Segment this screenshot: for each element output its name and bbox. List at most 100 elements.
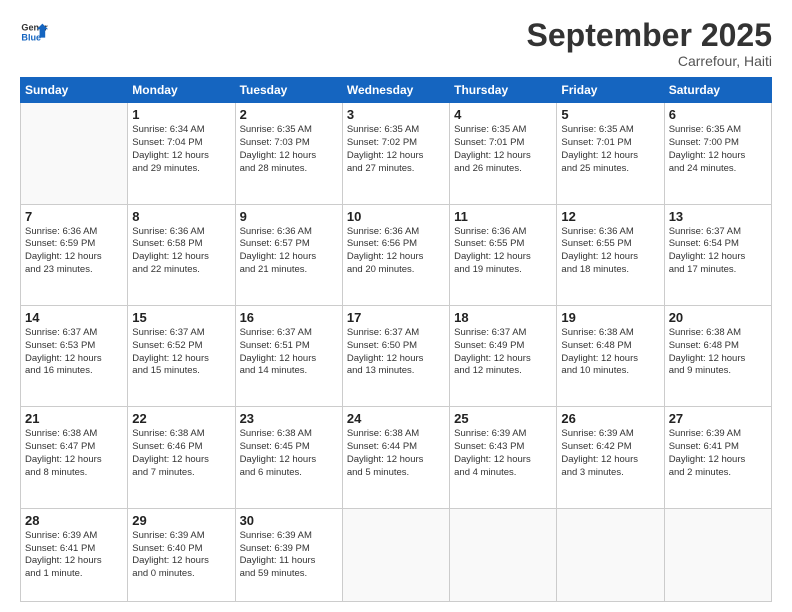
day-info: Sunrise: 6:39 AM Sunset: 6:43 PM Dayligh… xyxy=(454,428,552,479)
table-row: 13 Sunrise: 6:37 AM Sunset: 6:54 PM Dayli… xyxy=(664,204,771,305)
day-number: 21 xyxy=(25,411,123,426)
table-row: 17 Sunrise: 6:37 AM Sunset: 6:50 PM Dayli… xyxy=(342,305,449,406)
day-info: Sunrise: 6:36 AM Sunset: 6:58 PM Dayligh… xyxy=(132,226,230,277)
col-wednesday: Wednesday xyxy=(342,78,449,103)
col-saturday: Saturday xyxy=(664,78,771,103)
title-block: September 2025 Carrefour, Haiti xyxy=(527,18,772,69)
table-row: 15Sunrise: 6:37 AM Sunset: 6:52 PM Dayli… xyxy=(128,305,235,406)
table-row: 25 Sunrise: 6:39 AM Sunset: 6:43 PM Dayli… xyxy=(450,407,557,508)
day-info: Sunrise: 6:36 AM Sunset: 6:57 PM Dayligh… xyxy=(240,226,338,277)
logo: General Blue xyxy=(20,18,48,46)
day-info: Sunrise: 6:36 AM Sunset: 6:55 PM Dayligh… xyxy=(454,226,552,277)
table-row: 26 Sunrise: 6:39 AM Sunset: 6:42 PM Dayli… xyxy=(557,407,664,508)
table-row: 27Sunrise: 6:39 AM Sunset: 6:41 PM Dayli… xyxy=(664,407,771,508)
day-number: 26 xyxy=(561,411,659,426)
day-info: Sunrise: 6:37 AM Sunset: 6:49 PM Dayligh… xyxy=(454,327,552,378)
table-row: 28 Sunrise: 6:39 AM Sunset: 6:41 PM Dayli… xyxy=(21,508,128,601)
calendar-page: General Blue September 2025 Carrefour, H… xyxy=(0,0,792,612)
table-row: 3 Sunrise: 6:35 AM Sunset: 7:02 PM Daylig… xyxy=(342,103,449,204)
day-number: 4 xyxy=(454,107,552,122)
table-row xyxy=(21,103,128,204)
table-row: 7 Sunrise: 6:36 AM Sunset: 6:59 PM Daylig… xyxy=(21,204,128,305)
day-number: 25 xyxy=(454,411,552,426)
day-number: 3 xyxy=(347,107,445,122)
day-number: 6 xyxy=(669,107,767,122)
table-row: 29 Sunrise: 6:39 AM Sunset: 6:40 PM Dayli… xyxy=(128,508,235,601)
day-number: 11 xyxy=(454,209,552,224)
day-info: Sunrise: 6:37 AM Sunset: 6:54 PM Dayligh… xyxy=(669,226,767,277)
day-info: Sunrise: 6:38 AM Sunset: 6:44 PM Dayligh… xyxy=(347,428,445,479)
day-info: Sunrise: 6:37 AM Sunset: 6:50 PM Dayligh… xyxy=(347,327,445,378)
day-number: 29 xyxy=(132,513,230,528)
table-row: 8 Sunrise: 6:36 AM Sunset: 6:58 PM Daylig… xyxy=(128,204,235,305)
table-row: 16 Sunrise: 6:37 AM Sunset: 6:51 PM Dayli… xyxy=(235,305,342,406)
table-row: 19 Sunrise: 6:38 AM Sunset: 6:48 PM Dayli… xyxy=(557,305,664,406)
table-row: 12 Sunrise: 6:36 AM Sunset: 6:55 PM Dayli… xyxy=(557,204,664,305)
table-row xyxy=(664,508,771,601)
day-info: Sunrise: 6:36 AM Sunset: 6:59 PM Dayligh… xyxy=(25,226,123,277)
day-info: Sunrise: 6:38 AM Sunset: 6:48 PM Dayligh… xyxy=(561,327,659,378)
table-row: 18 Sunrise: 6:37 AM Sunset: 6:49 PM Dayli… xyxy=(450,305,557,406)
day-info: Sunrise: 6:34 AM Sunset: 7:04 PM Dayligh… xyxy=(132,124,230,175)
day-number: 20 xyxy=(669,310,767,325)
col-thursday: Thursday xyxy=(450,78,557,103)
day-info: Sunrise: 6:36 AM Sunset: 6:55 PM Dayligh… xyxy=(561,226,659,277)
day-info: Sunrise: 6:38 AM Sunset: 6:46 PM Dayligh… xyxy=(132,428,230,479)
day-info: Sunrise: 6:38 AM Sunset: 6:45 PM Dayligh… xyxy=(240,428,338,479)
day-number: 5 xyxy=(561,107,659,122)
table-row: 10 Sunrise: 6:36 AM Sunset: 6:56 PM Dayli… xyxy=(342,204,449,305)
col-monday: Monday xyxy=(128,78,235,103)
day-info: Sunrise: 6:35 AM Sunset: 7:00 PM Dayligh… xyxy=(669,124,767,175)
day-number: 7 xyxy=(25,209,123,224)
table-row: 11 Sunrise: 6:36 AM Sunset: 6:55 PM Dayli… xyxy=(450,204,557,305)
day-number: 16 xyxy=(240,310,338,325)
day-number: 10 xyxy=(347,209,445,224)
day-info: Sunrise: 6:35 AM Sunset: 7:02 PM Dayligh… xyxy=(347,124,445,175)
day-info: Sunrise: 6:37 AM Sunset: 6:51 PM Dayligh… xyxy=(240,327,338,378)
day-number: 24 xyxy=(347,411,445,426)
logo-icon: General Blue xyxy=(20,18,48,46)
table-row: 6 Sunrise: 6:35 AM Sunset: 7:00 PM Daylig… xyxy=(664,103,771,204)
day-info: Sunrise: 6:39 AM Sunset: 6:40 PM Dayligh… xyxy=(132,530,230,581)
day-number: 14 xyxy=(25,310,123,325)
day-info: Sunrise: 6:37 AM Sunset: 6:52 PM Dayligh… xyxy=(132,327,230,378)
day-number: 23 xyxy=(240,411,338,426)
header-row: Sunday Monday Tuesday Wednesday Thursday… xyxy=(21,78,772,103)
day-number: 12 xyxy=(561,209,659,224)
table-row: 9 Sunrise: 6:36 AM Sunset: 6:57 PM Daylig… xyxy=(235,204,342,305)
day-number: 19 xyxy=(561,310,659,325)
day-number: 27 xyxy=(669,411,767,426)
col-sunday: Sunday xyxy=(21,78,128,103)
table-row: 24 Sunrise: 6:38 AM Sunset: 6:44 PM Dayli… xyxy=(342,407,449,508)
day-number: 2 xyxy=(240,107,338,122)
day-number: 18 xyxy=(454,310,552,325)
day-info: Sunrise: 6:39 AM Sunset: 6:41 PM Dayligh… xyxy=(25,530,123,581)
day-number: 8 xyxy=(132,209,230,224)
table-row: 4 Sunrise: 6:35 AM Sunset: 7:01 PM Daylig… xyxy=(450,103,557,204)
day-number: 28 xyxy=(25,513,123,528)
day-info: Sunrise: 6:39 AM Sunset: 6:42 PM Dayligh… xyxy=(561,428,659,479)
table-row xyxy=(557,508,664,601)
header: General Blue September 2025 Carrefour, H… xyxy=(20,18,772,69)
table-row xyxy=(342,508,449,601)
table-row: 14Sunrise: 6:37 AM Sunset: 6:53 PM Dayli… xyxy=(21,305,128,406)
day-number: 13 xyxy=(669,209,767,224)
table-row: 30Sunrise: 6:39 AM Sunset: 6:39 PM Dayli… xyxy=(235,508,342,601)
day-info: Sunrise: 6:38 AM Sunset: 6:48 PM Dayligh… xyxy=(669,327,767,378)
calendar-title: September 2025 xyxy=(527,18,772,53)
day-number: 9 xyxy=(240,209,338,224)
day-info: Sunrise: 6:35 AM Sunset: 7:01 PM Dayligh… xyxy=(454,124,552,175)
table-row: 2Sunrise: 6:35 AM Sunset: 7:03 PM Daylig… xyxy=(235,103,342,204)
day-number: 1 xyxy=(132,107,230,122)
table-row: 1 Sunrise: 6:34 AM Sunset: 7:04 PM Daylig… xyxy=(128,103,235,204)
day-info: Sunrise: 6:39 AM Sunset: 6:39 PM Dayligh… xyxy=(240,530,338,581)
day-number: 17 xyxy=(347,310,445,325)
day-info: Sunrise: 6:36 AM Sunset: 6:56 PM Dayligh… xyxy=(347,226,445,277)
table-row: 21 Sunrise: 6:38 AM Sunset: 6:47 PM Dayli… xyxy=(21,407,128,508)
col-tuesday: Tuesday xyxy=(235,78,342,103)
day-info: Sunrise: 6:38 AM Sunset: 6:47 PM Dayligh… xyxy=(25,428,123,479)
day-info: Sunrise: 6:35 AM Sunset: 7:01 PM Dayligh… xyxy=(561,124,659,175)
day-number: 22 xyxy=(132,411,230,426)
table-row: 5 Sunrise: 6:35 AM Sunset: 7:01 PM Daylig… xyxy=(557,103,664,204)
col-friday: Friday xyxy=(557,78,664,103)
